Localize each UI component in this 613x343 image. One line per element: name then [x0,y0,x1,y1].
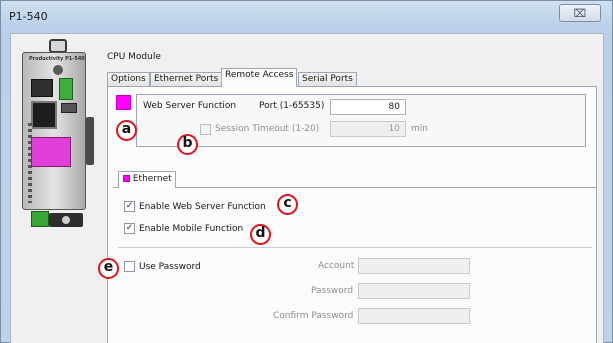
tab-serial-ports[interactable]: Serial Ports [298,72,357,86]
callout-b: b [177,134,198,155]
module-label: CPU Module [107,52,161,62]
session-timeout-unit: min [411,124,428,134]
device-brand-text: Productivity P1-540 [29,56,85,62]
password-input[interactable] [358,283,470,299]
enable-web-checkbox[interactable]: ✓ [124,201,135,212]
device-usb-port [61,103,77,113]
enable-mobile-checkbox[interactable]: ✓ [124,223,135,234]
enable-web-label: Enable Web Server Function [139,202,266,212]
account-input[interactable] [358,258,470,274]
tab-label: Serial Ports [302,74,353,84]
device-body: Productivity P1-540 [22,52,86,210]
port-label: Port (1-65535) [259,101,325,111]
web-server-label: Web Server Function [143,101,237,111]
device-mount-hole [62,216,70,224]
tab-label: Options [111,74,146,84]
window-title: P1-540 [9,10,48,23]
tab-ethernet-ports[interactable]: Ethernet Ports [150,72,223,86]
callout-d: d [250,224,271,245]
device-green-connector [59,78,73,100]
session-timeout-checkbox[interactable] [200,124,211,135]
session-timeout-input[interactable]: 10 [330,121,406,137]
device-side-connector [86,117,94,165]
ethernet-color-swatch [123,175,130,182]
use-password-checkbox[interactable] [124,261,135,272]
section-divider [118,247,592,248]
password-label: Password [311,286,354,296]
device-hanger-tab [49,39,67,53]
close-button[interactable]: ⌧ [559,4,601,22]
enable-mobile-label: Enable Mobile Function [139,224,244,234]
tab-label: Ethernet Ports [154,74,219,84]
port-input[interactable]: 80 [330,99,406,115]
port-color-swatch [116,95,131,110]
callout-e: e [98,258,119,279]
device-highlighted-port [31,137,71,167]
callout-c: c [277,194,298,215]
tab-label: Remote Access [225,70,294,80]
session-timeout-label: Session Timeout (1-20) [215,124,320,134]
device-ethernet-port [31,101,57,129]
tab-options[interactable]: Options [107,72,150,86]
device-terminal-block [31,79,53,97]
account-label: Account [318,261,355,271]
callout-a: a [116,120,137,141]
device-led-icon [53,65,63,75]
title-bar[interactable]: P1-540 ⌧ [1,1,612,31]
close-icon: ⌧ [573,6,587,20]
device-power-connector [31,211,49,227]
confirm-password-input[interactable] [358,308,470,324]
tab-ethernet[interactable]: Ethernet [118,171,176,188]
use-password-label: Use Password [139,262,201,272]
plc-device-illustration: Productivity P1-540 [18,39,100,237]
ethernet-tab-label: Ethernet [132,174,172,184]
tab-remote-access[interactable]: Remote Access [221,68,298,87]
confirm-password-label: Confirm Password [273,311,354,321]
